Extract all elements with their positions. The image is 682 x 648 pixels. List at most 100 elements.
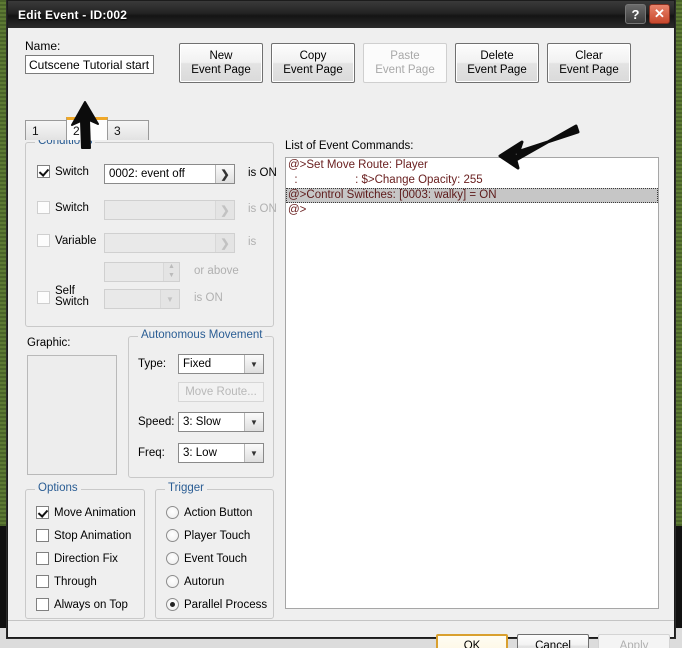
stop-animation-label: Stop Animation	[54, 529, 132, 542]
player-touch-radio[interactable]	[166, 529, 179, 542]
switch2-label: Switch	[55, 201, 89, 214]
parallel-process-radio[interactable]	[166, 598, 179, 611]
variable-checkbox[interactable]	[37, 234, 50, 247]
event-page-tabs: 1 2 3	[25, 117, 149, 140]
event-touch-label: Event Touch	[184, 552, 248, 565]
options-groupbox: Options Move Animation Stop Animation Di…	[25, 482, 145, 619]
command-list[interactable]: @>Set Move Route: Player : : $>Change Op…	[285, 157, 659, 609]
move-animation-label: Move Animation	[54, 506, 136, 519]
action-button-label: Action Button	[184, 506, 253, 519]
trigger-parallel-process[interactable]: Parallel Process	[166, 598, 267, 611]
option-direction-fix[interactable]: Direction Fix	[36, 552, 118, 565]
switch2-combo: ❯	[104, 200, 235, 220]
movement-type-label: Type:	[138, 358, 167, 370]
name-label: Name:	[25, 39, 61, 53]
trigger-event-touch[interactable]: Event Touch	[166, 552, 247, 565]
command-list-label: List of Event Commands:	[285, 140, 414, 152]
window-controls: ? ✕	[625, 4, 670, 24]
clear-event-page-line2: Event Page	[559, 64, 619, 76]
paste-event-page-button: Paste Event Page	[363, 43, 447, 83]
action-button-radio[interactable]	[166, 506, 179, 519]
clear-event-page-line1: Clear	[575, 50, 603, 62]
movement-freq-chevron-down-icon[interactable]: ▼	[244, 444, 263, 462]
option-through[interactable]: Through	[36, 575, 97, 588]
edit-event-dialog: Edit Event - ID:002 ? ✕ Name: Cutscene T…	[7, 0, 675, 648]
switch1-value: 0002: event off	[109, 168, 185, 180]
help-icon[interactable]: ?	[625, 4, 646, 24]
copy-event-page-line1: Copy	[299, 50, 327, 62]
ok-button[interactable]: OK	[436, 634, 508, 648]
move-animation-checkbox[interactable]	[36, 506, 49, 519]
movement-speed-label: Speed:	[138, 416, 175, 428]
apply-button: Apply	[598, 634, 670, 648]
variable-label: Variable	[55, 234, 97, 247]
movement-type-value: Fixed	[183, 358, 212, 370]
trigger-player-touch[interactable]: Player Touch	[166, 529, 250, 542]
parallel-process-label: Parallel Process	[184, 598, 268, 611]
option-move-animation[interactable]: Move Animation	[36, 506, 136, 519]
stepper-arrows-icon: ▲ ▼	[163, 263, 179, 281]
paste-event-page-line2: Event Page	[375, 64, 435, 76]
switch1-label: Switch	[55, 165, 89, 178]
move-route-button: Move Route...	[178, 382, 264, 402]
trigger-action-button[interactable]: Action Button	[166, 506, 252, 519]
page-button-group: New Event Page Copy Event Page Paste Eve…	[179, 43, 631, 83]
variable-stepper-suffix: or above	[194, 265, 239, 277]
cancel-button[interactable]: Cancel	[517, 634, 589, 648]
delete-event-page-button[interactable]: Delete Event Page	[455, 43, 539, 83]
variable-suffix: is	[248, 236, 257, 248]
clear-event-page-button[interactable]: Clear Event Page	[547, 43, 631, 83]
trigger-autorun[interactable]: Autorun	[166, 575, 224, 588]
name-input[interactable]: Cutscene Tutorial start	[25, 55, 154, 74]
new-event-page-button[interactable]: New Event Page	[179, 43, 263, 83]
movement-freq-label: Freq:	[138, 447, 165, 459]
copy-event-page-button[interactable]: Copy Event Page	[271, 43, 355, 83]
tab-page-2[interactable]: 2	[66, 117, 108, 140]
command-row-1[interactable]: : : $>Change Opacity: 255	[286, 173, 658, 188]
close-icon[interactable]: ✕	[649, 4, 670, 24]
command-row-2[interactable]: @>Control Switches: [0003: walky] = ON	[286, 188, 658, 203]
switch1-combo[interactable]: 0002: event off ❯	[104, 164, 235, 184]
command-row-0[interactable]: @>Set Move Route: Player	[286, 158, 658, 173]
movement-speed-chevron-down-icon[interactable]: ▼	[244, 413, 263, 431]
options-title: Options	[35, 482, 81, 494]
movement-type-combo[interactable]: Fixed ▼	[178, 354, 264, 374]
conditions-groupbox: Conditions Switch 0002: event off ❯ is O…	[25, 135, 277, 327]
autorun-label: Autorun	[184, 575, 225, 588]
graphic-label: Graphic:	[27, 337, 71, 349]
tab-page-3[interactable]: 3	[107, 120, 149, 140]
switch2-browse-icon: ❯	[215, 201, 234, 219]
self-switch-chevron-down-icon: ▼	[160, 290, 179, 308]
self-switch-checkbox[interactable]	[37, 290, 50, 304]
switch2-checkbox[interactable]	[37, 201, 50, 214]
movement-type-chevron-down-icon[interactable]: ▼	[244, 355, 263, 373]
movement-speed-combo[interactable]: 3: Slow ▼	[178, 412, 264, 432]
option-always-on-top[interactable]: Always on Top	[36, 598, 128, 611]
delete-event-page-line2: Event Page	[467, 64, 527, 76]
through-checkbox[interactable]	[36, 575, 49, 588]
switch1-checkbox[interactable]	[37, 165, 50, 178]
tab-page-1[interactable]: 1	[25, 120, 67, 140]
direction-fix-checkbox[interactable]	[36, 552, 49, 565]
graphic-preview[interactable]	[27, 355, 117, 475]
movement-freq-value: 3: Low	[183, 447, 217, 459]
through-label: Through	[54, 575, 97, 588]
trigger-title: Trigger	[165, 482, 207, 494]
event-touch-radio[interactable]	[166, 552, 179, 565]
title-bar: Edit Event - ID:002 ? ✕	[8, 1, 674, 29]
always-on-top-checkbox[interactable]	[36, 598, 49, 611]
option-stop-animation[interactable]: Stop Animation	[36, 529, 131, 542]
autorun-radio[interactable]	[166, 575, 179, 588]
switch1-browse-icon[interactable]: ❯	[215, 165, 234, 183]
condition-row-switch-1: Switch	[37, 165, 89, 178]
stop-animation-checkbox[interactable]	[36, 529, 49, 542]
self-switch-combo: ▼	[104, 289, 180, 309]
command-row-3[interactable]: @>	[286, 203, 658, 218]
direction-fix-label: Direction Fix	[54, 552, 118, 565]
new-event-page-line2: Event Page	[191, 64, 251, 76]
movement-freq-combo[interactable]: 3: Low ▼	[178, 443, 264, 463]
variable-combo: ❯	[104, 233, 235, 253]
self-switch-suffix: is ON	[194, 292, 223, 304]
player-touch-label: Player Touch	[184, 529, 251, 542]
footer-separator	[8, 620, 674, 621]
